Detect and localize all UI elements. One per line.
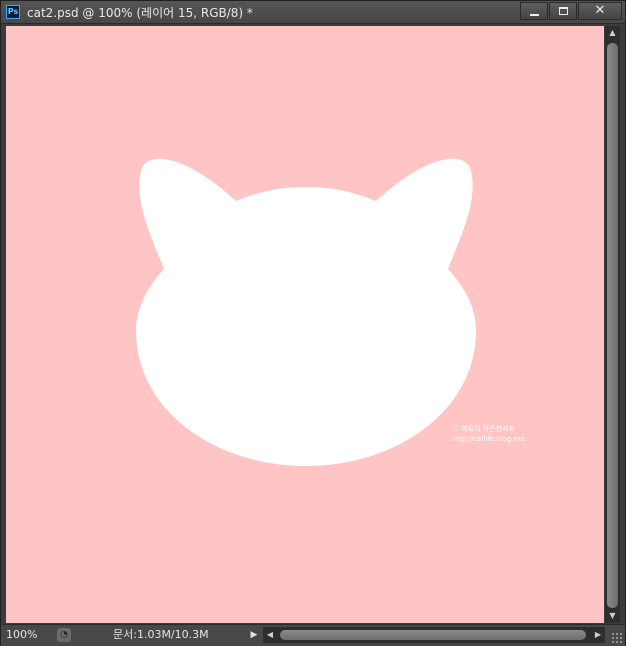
- document-title: cat2.psd @ 100% (레이어 15, RGB/8) *: [27, 6, 253, 20]
- document-window: Ps cat2.psd @ 100% (레이어 15, RGB/8) * ✕ ⓒ…: [0, 0, 626, 646]
- canvas[interactable]: ⓒ 파요의 작은천사회 http://csflife.blog.me: [6, 26, 604, 623]
- watermark: ⓒ 파요의 작은천사회 http://csflife.blog.me: [452, 424, 525, 444]
- document-info-icon[interactable]: ◔: [57, 628, 71, 642]
- status-bar: 100% ◔ 문서:1.03M/10.3M ▶ ◀ ▶: [1, 624, 625, 646]
- photoshop-icon: Ps: [6, 5, 20, 19]
- close-button[interactable]: ✕: [578, 2, 622, 20]
- vertical-scroll-thumb[interactable]: [607, 43, 618, 608]
- scroll-right-icon[interactable]: ▶: [591, 627, 605, 643]
- horizontal-scrollbar[interactable]: ◀ ▶: [263, 627, 605, 643]
- status-menu-arrow-icon[interactable]: ▶: [248, 628, 260, 642]
- scroll-down-icon[interactable]: ▼: [605, 609, 620, 623]
- title-bar[interactable]: Ps cat2.psd @ 100% (레이어 15, RGB/8) * ✕: [1, 1, 625, 24]
- maximize-icon: [559, 7, 568, 15]
- document-size-text[interactable]: 문서:1.03M/10.3M: [113, 628, 209, 642]
- minimize-button[interactable]: [520, 2, 548, 20]
- horizontal-scroll-thumb[interactable]: [280, 630, 586, 640]
- watermark-line-2: http://csflife.blog.me: [452, 435, 525, 443]
- scroll-left-icon[interactable]: ◀: [263, 627, 277, 643]
- scroll-up-icon[interactable]: ▲: [605, 26, 620, 40]
- maximize-button[interactable]: [549, 2, 577, 20]
- minimize-icon: [530, 14, 539, 16]
- resize-grip-icon[interactable]: [611, 632, 623, 644]
- window-controls: ✕: [519, 2, 622, 20]
- watermark-line-1: ⓒ 파요의 작은천사회: [452, 425, 515, 433]
- zoom-level-field[interactable]: 100%: [6, 628, 48, 642]
- vertical-scrollbar[interactable]: ▲ ▼: [605, 26, 620, 623]
- cat-head-shape: [136, 158, 476, 467]
- close-icon: ✕: [594, 3, 606, 18]
